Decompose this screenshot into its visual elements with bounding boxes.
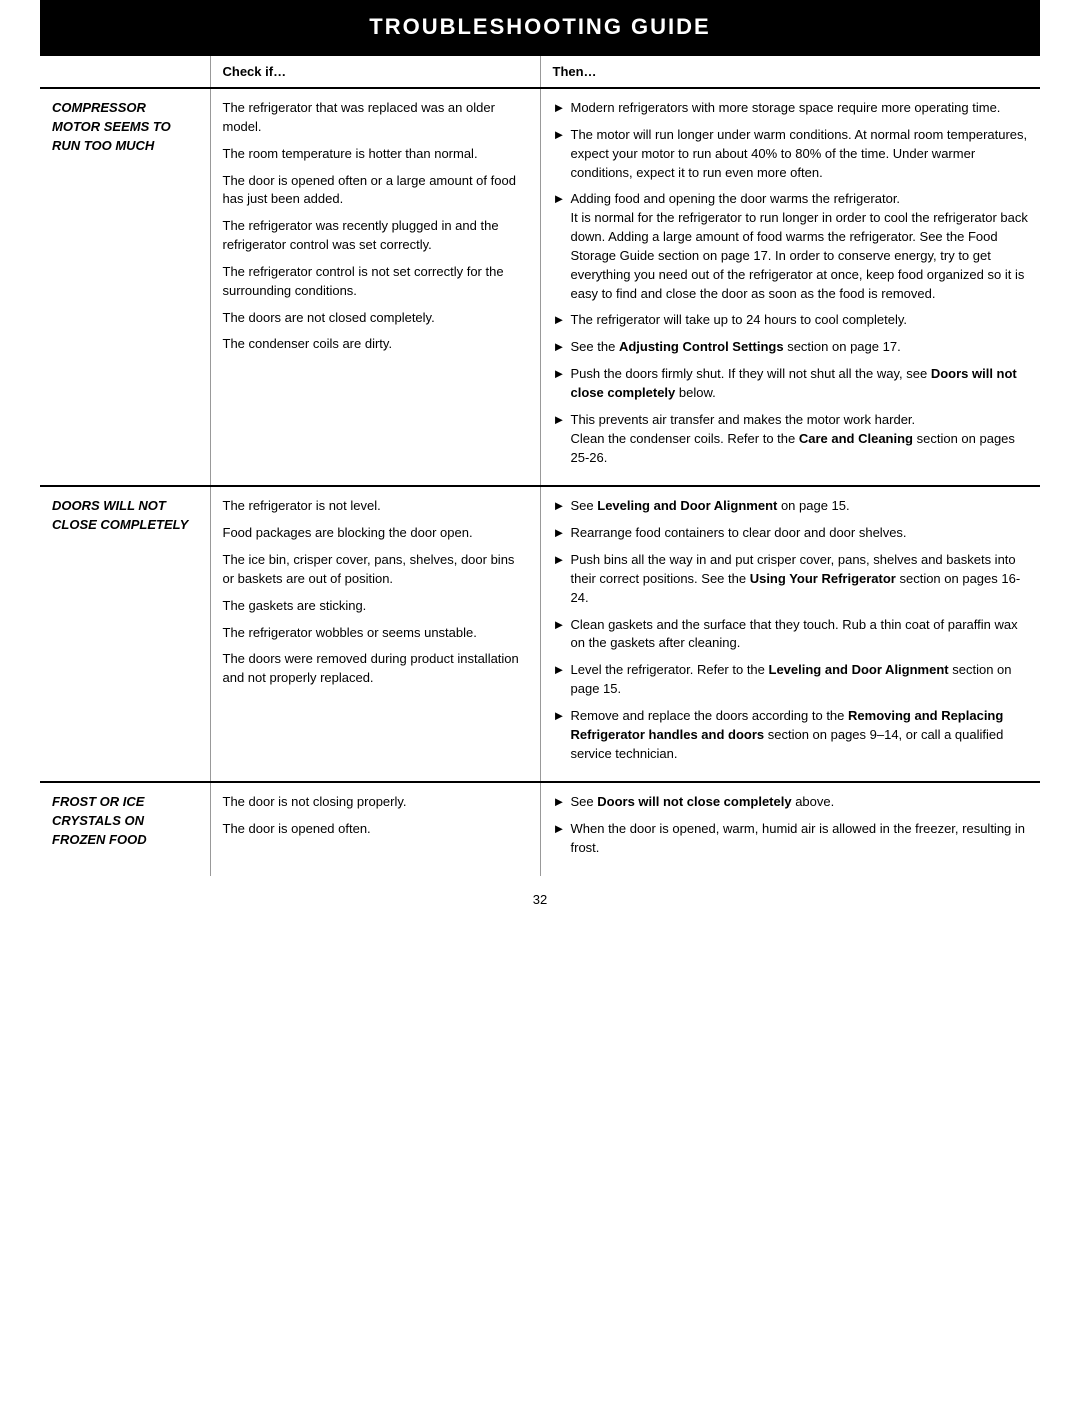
bullet-text: The refrigerator will take up to 24 hour… [571,311,1029,330]
check-cell: The refrigerator is not level. Food packa… [210,486,540,782]
bullet-text: This prevents air transfer and makes the… [571,411,1029,468]
check-item: The refrigerator control is not set corr… [223,263,528,301]
then-item: ►The motor will run longer under warm co… [553,126,1029,183]
check-item: The refrigerator wobbles or seems unstab… [223,624,528,643]
bullet-text: See Leveling and Door Alignment on page … [571,497,1029,516]
bullet-arrow: ► [553,707,567,726]
then-item: ►Modern refrigerators with more storage … [553,99,1029,118]
check-item: The door is opened often or a large amou… [223,172,528,210]
bullet-arrow: ► [553,497,567,516]
check-item: Food packages are blocking the door open… [223,524,528,543]
bullet-arrow: ► [553,616,567,635]
bullet-text: Modern refrigerators with more storage s… [571,99,1029,118]
bullet-text: See Doors will not close completely abov… [571,793,1029,812]
then-item: ►See the Adjusting Control Settings sect… [553,338,1029,357]
bullet-text: Remove and replace the doors according t… [571,707,1029,764]
bullet-arrow: ► [553,820,567,839]
then-item: ►When the door is opened, warm, humid ai… [553,820,1029,858]
then-cell: ►See Leveling and Door Alignment on page… [540,486,1040,782]
table-header-row: Check if… Then… [40,55,1040,88]
then-item: ►Push the doors firmly shut. If they wil… [553,365,1029,403]
check-item: The doors were removed during product in… [223,650,528,688]
bullet-arrow: ► [553,793,567,812]
check-item: The door is opened often. [223,820,528,839]
issue-cell: COMPRESSOR MOTOR SEEMS TO RUN TOO MUCH [40,88,210,486]
bullet-arrow: ► [553,551,567,570]
bullet-arrow: ► [553,338,567,357]
header-issue [40,55,210,88]
check-item: The condenser coils are dirty. [223,335,528,354]
page-wrapper: TROUBLESHOOTING GUIDE Check if… Then… CO… [0,0,1080,963]
bullet-arrow: ► [553,126,567,145]
then-cell: ►See Doors will not close completely abo… [540,782,1040,876]
check-item: The refrigerator was recently plugged in… [223,217,528,255]
bullet-arrow: ► [553,661,567,680]
header-check: Check if… [210,55,540,88]
bullet-arrow: ► [553,99,567,118]
check-item: The refrigerator that was replaced was a… [223,99,528,137]
then-item: ►Level the refrigerator. Refer to the Le… [553,661,1029,699]
check-item: The gaskets are sticking. [223,597,528,616]
table-row: COMPRESSOR MOTOR SEEMS TO RUN TOO MUCH T… [40,88,1040,486]
bullet-arrow: ► [553,311,567,330]
check-item: The door is not closing properly. [223,793,528,812]
bullet-text: Clean gaskets and the surface that they … [571,616,1029,654]
then-item: ►Adding food and opening the door warms … [553,190,1029,303]
bullet-text: See the Adjusting Control Settings secti… [571,338,1029,357]
issue-cell: FROST OR ICE CRYSTALS ON FROZEN FOOD [40,782,210,876]
bullet-arrow: ► [553,524,567,543]
then-item: ►This prevents air transfer and makes th… [553,411,1029,468]
bullet-text: Push the doors firmly shut. If they will… [571,365,1029,403]
header-then: Then… [540,55,1040,88]
then-item: ►Rearrange food containers to clear door… [553,524,1029,543]
check-item: The room temperature is hotter than norm… [223,145,528,164]
issue-cell: DOORS WILL NOT CLOSE COMPLETELY [40,486,210,782]
check-cell: The door is not closing properly. The doo… [210,782,540,876]
check-cell: The refrigerator that was replaced was a… [210,88,540,486]
bullet-text: Adding food and opening the door warms t… [571,190,1029,303]
bullet-text: The motor will run longer under warm con… [571,126,1029,183]
bullet-text: Rearrange food containers to clear door … [571,524,1029,543]
page-title: TROUBLESHOOTING GUIDE [60,14,1020,40]
check-item: The doors are not closed completely. [223,309,528,328]
bullet-text: When the door is opened, warm, humid air… [571,820,1029,858]
bullet-arrow: ► [553,190,567,209]
title-bar: TROUBLESHOOTING GUIDE [40,0,1040,54]
then-item: ►The refrigerator will take up to 24 hou… [553,311,1029,330]
then-item: ►See Doors will not close completely abo… [553,793,1029,812]
table-row: FROST OR ICE CRYSTALS ON FROZEN FOOD The… [40,782,1040,876]
bullet-text: Push bins all the way in and put crisper… [571,551,1029,608]
guide-table: Check if… Then… COMPRESSOR MOTOR SEEMS T… [40,54,1040,876]
then-item: ►Clean gaskets and the surface that they… [553,616,1029,654]
check-item: The ice bin, crisper cover, pans, shelve… [223,551,528,589]
table-row: DOORS WILL NOT CLOSE COMPLETELY The refr… [40,486,1040,782]
then-cell: ►Modern refrigerators with more storage … [540,88,1040,486]
bullet-text: Level the refrigerator. Refer to the Lev… [571,661,1029,699]
bullet-arrow: ► [553,411,567,430]
then-item: ►See Leveling and Door Alignment on page… [553,497,1029,516]
check-item: The refrigerator is not level. [223,497,528,516]
bullet-arrow: ► [553,365,567,384]
then-item: ►Push bins all the way in and put crispe… [553,551,1029,608]
then-item: ►Remove and replace the doors according … [553,707,1029,764]
page-number: 32 [40,876,1040,923]
